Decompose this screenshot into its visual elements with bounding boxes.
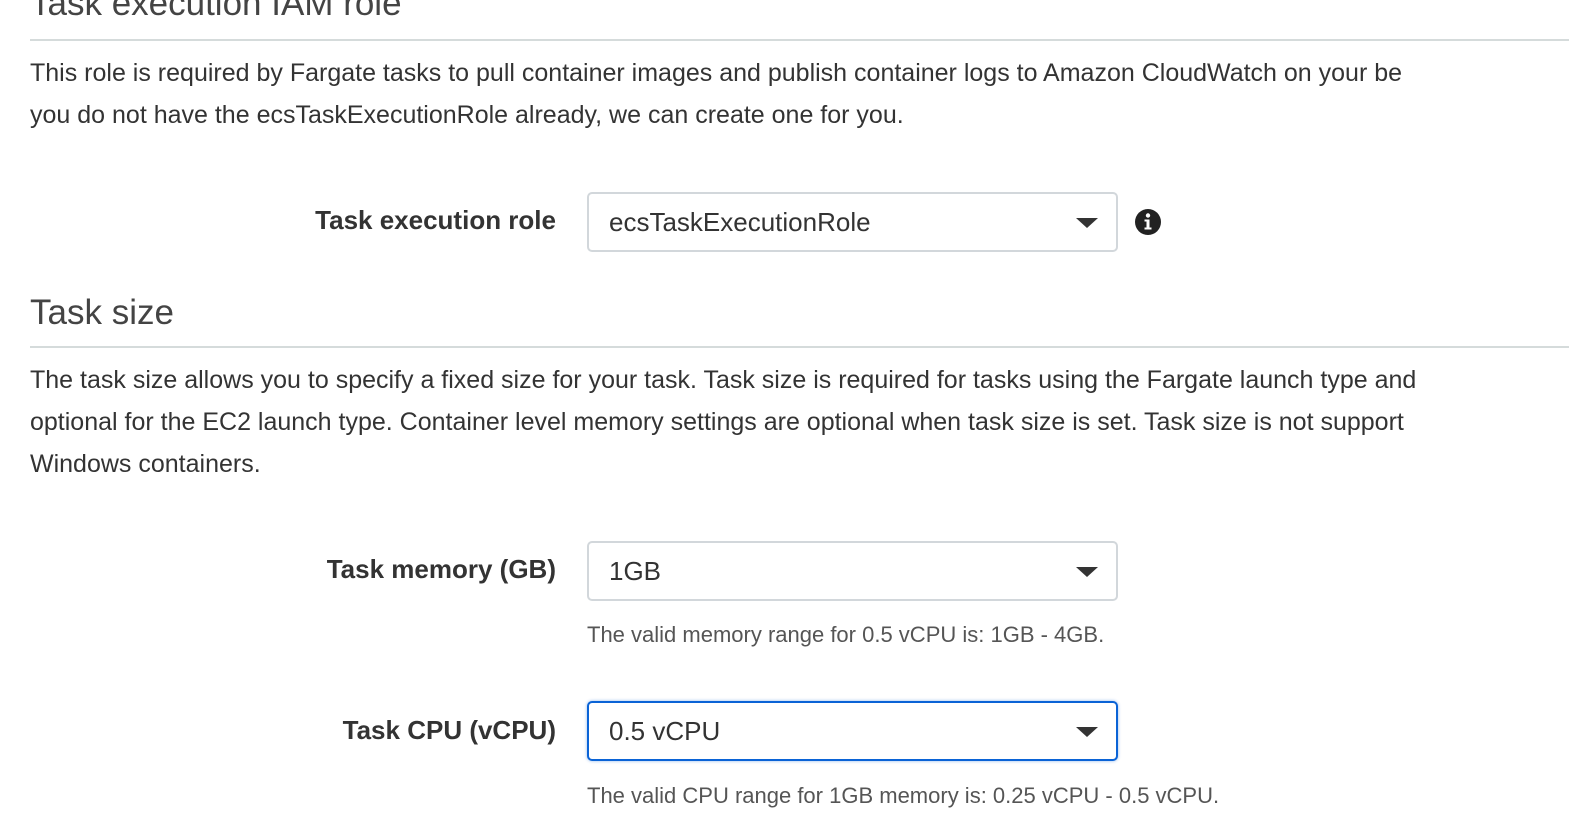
- task-memory-hint: The valid memory range for 0.5 vCPU is: …: [587, 622, 1105, 647]
- task-cpu-label: Task CPU (vCPU): [342, 715, 556, 745]
- info-icon[interactable]: [1134, 208, 1162, 236]
- section-title-task-size: Task size: [30, 293, 174, 332]
- description-line: optional for the EC2 launch type. Contai…: [30, 408, 1404, 436]
- task-memory-select[interactable]: 1GB: [587, 541, 1118, 601]
- description-line: Windows containers.: [30, 450, 261, 478]
- iam-role-description: This role is required by Fargate tasks t…: [30, 52, 1569, 136]
- chevron-down-icon: [1076, 727, 1098, 737]
- section-divider: [30, 39, 1569, 41]
- task-cpu-hint: The valid CPU range for 1GB memory is: 0…: [587, 783, 1220, 808]
- task-memory-label: Task memory (GB): [326, 554, 556, 584]
- section-title-iam-role: Task execution IAM role: [30, 0, 402, 23]
- task-definition-form: Task execution IAM role This role is req…: [0, 0, 1569, 832]
- chevron-down-icon: [1076, 567, 1098, 577]
- task-cpu-select[interactable]: 0.5 vCPU: [587, 701, 1118, 761]
- description-line: The task size allows you to specify a fi…: [30, 366, 1417, 394]
- section-divider: [30, 346, 1569, 348]
- task-execution-role-value: ecsTaskExecutionRole: [609, 207, 871, 237]
- description-line: you do not have the ecsTaskExecutionRole…: [30, 101, 904, 129]
- task-memory-value: 1GB: [609, 556, 662, 586]
- task-size-description: The task size allows you to specify a fi…: [30, 359, 1569, 485]
- task-execution-role-label: Task execution role: [315, 205, 556, 235]
- task-execution-role-select[interactable]: ecsTaskExecutionRole: [587, 192, 1118, 252]
- description-line: This role is required by Fargate tasks t…: [30, 59, 1403, 87]
- task-cpu-value: 0.5 vCPU: [609, 716, 721, 746]
- chevron-down-icon: [1076, 218, 1098, 228]
